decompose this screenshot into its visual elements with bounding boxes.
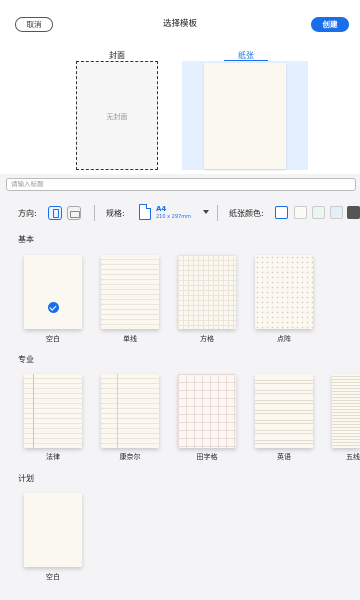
template-card-legal[interactable] [24, 374, 82, 448]
options-bar: 方向: 规格: A4 210 x 297mm 纸张颜色: [0, 200, 360, 226]
title-input[interactable]: 请输入标题 [6, 178, 356, 191]
template-label: 单线 [123, 335, 137, 343]
template-card-grid[interactable] [178, 255, 236, 329]
section-plan-label: 计划 [18, 474, 34, 483]
template-label: 五线 [346, 453, 360, 461]
divider [94, 205, 95, 221]
color-swatch-blue[interactable] [330, 206, 343, 219]
template-card-staff[interactable] [332, 374, 360, 448]
section-professional-label: 专业 [18, 355, 34, 364]
template-card-dot[interactable] [255, 255, 313, 329]
color-swatch-cream[interactable] [294, 206, 307, 219]
template-label: 法律 [46, 453, 60, 461]
template-label: 方格 [200, 335, 214, 343]
portrait-orientation-icon[interactable] [48, 206, 62, 220]
create-button[interactable]: 创建 [311, 17, 349, 32]
template-card-plan-blank[interactable] [24, 493, 82, 567]
paper-size-name[interactable]: A4 [156, 205, 166, 213]
no-cover-text: 无封面 [106, 113, 128, 121]
divider [217, 205, 218, 221]
spec-label: 规格: [106, 209, 125, 218]
preview-panel: 封面 无封面 纸张 [0, 44, 360, 174]
cover-tab-label[interactable]: 封面 [76, 50, 158, 61]
orientation-label: 方向: [18, 209, 37, 218]
paper-size-dimensions: 210 x 297mm [156, 214, 191, 220]
top-bar: 取消 选择模板 创建 [0, 0, 360, 44]
template-label: 田字格 [196, 453, 218, 461]
template-card-lined[interactable] [101, 255, 159, 329]
template-label: 英语 [277, 453, 291, 461]
template-card-tianzige[interactable] [178, 374, 236, 448]
landscape-orientation-icon[interactable] [67, 206, 81, 220]
paper-color-label: 纸张颜色: [229, 209, 264, 218]
template-label: 康奈尔 [119, 453, 141, 461]
cover-preview[interactable]: 无封面 [76, 61, 158, 170]
template-card-cornell[interactable] [101, 374, 159, 448]
color-swatch-white[interactable] [275, 206, 288, 219]
template-card-blank[interactable] [24, 255, 82, 329]
color-swatch-dark[interactable] [347, 206, 360, 219]
template-card-english[interactable] [255, 374, 313, 448]
template-label: 空白 [46, 573, 60, 581]
chevron-down-icon[interactable] [203, 210, 209, 214]
page-title: 选择模板 [162, 19, 197, 29]
section-basic-label: 基本 [18, 235, 34, 244]
paper-preview[interactable] [204, 63, 286, 169]
color-swatch-green[interactable] [312, 206, 325, 219]
checkmark-icon [48, 302, 59, 313]
template-label: 点阵 [277, 335, 291, 343]
template-label: 空白 [46, 335, 60, 343]
document-icon [139, 204, 151, 220]
